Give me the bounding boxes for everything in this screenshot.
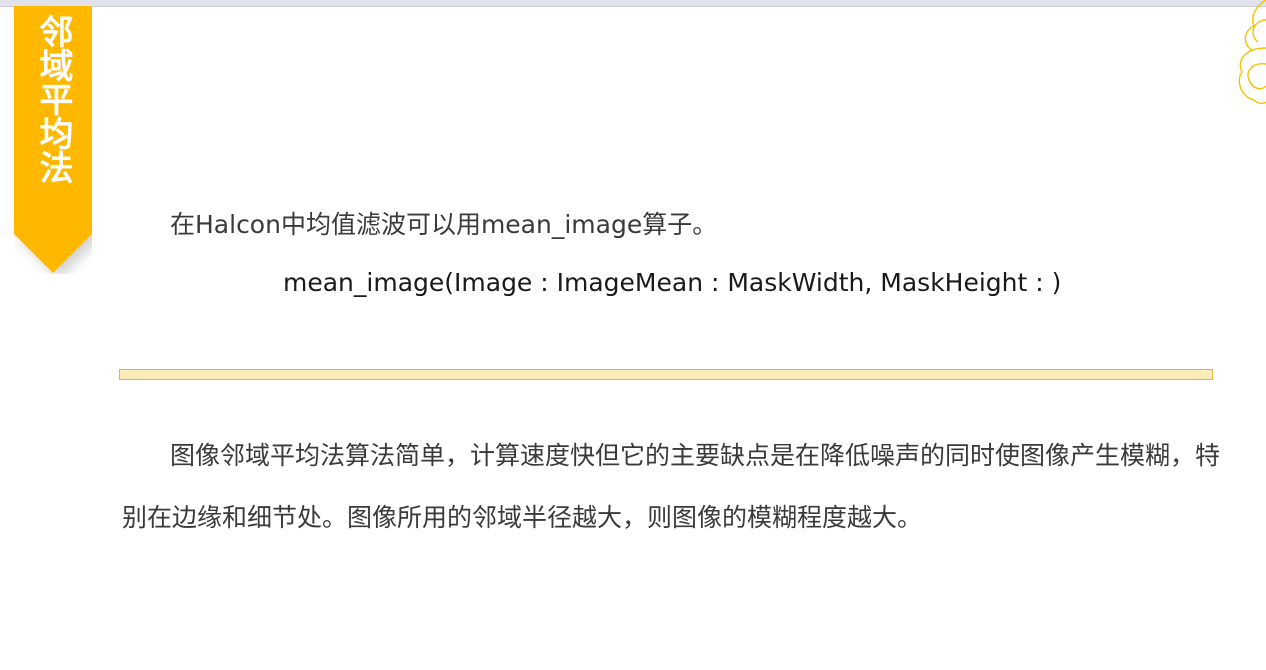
- intro-text: 在Halcon中均值滤波可以用mean_image算子。: [170, 210, 718, 239]
- window-top-border: [0, 0, 1266, 7]
- description-paragraph: 图像邻域平均法算法简单，计算速度快但它的主要缺点是在降低噪声的同时使图像产生模糊…: [122, 441, 1221, 532]
- ribbon-title: 邻域平均法: [33, 14, 73, 184]
- slide: 邻域平均法 在Halcon中均值滤波可以用mean_image算子。 mean_…: [0, 0, 1266, 670]
- section-divider: [119, 369, 1213, 380]
- operator-signature: mean_image(Image : ImageMean : MaskWidth…: [283, 268, 1062, 297]
- corner-cloud-decoration: [1238, 0, 1266, 105]
- title-ribbon: 邻域平均法: [14, 6, 92, 274]
